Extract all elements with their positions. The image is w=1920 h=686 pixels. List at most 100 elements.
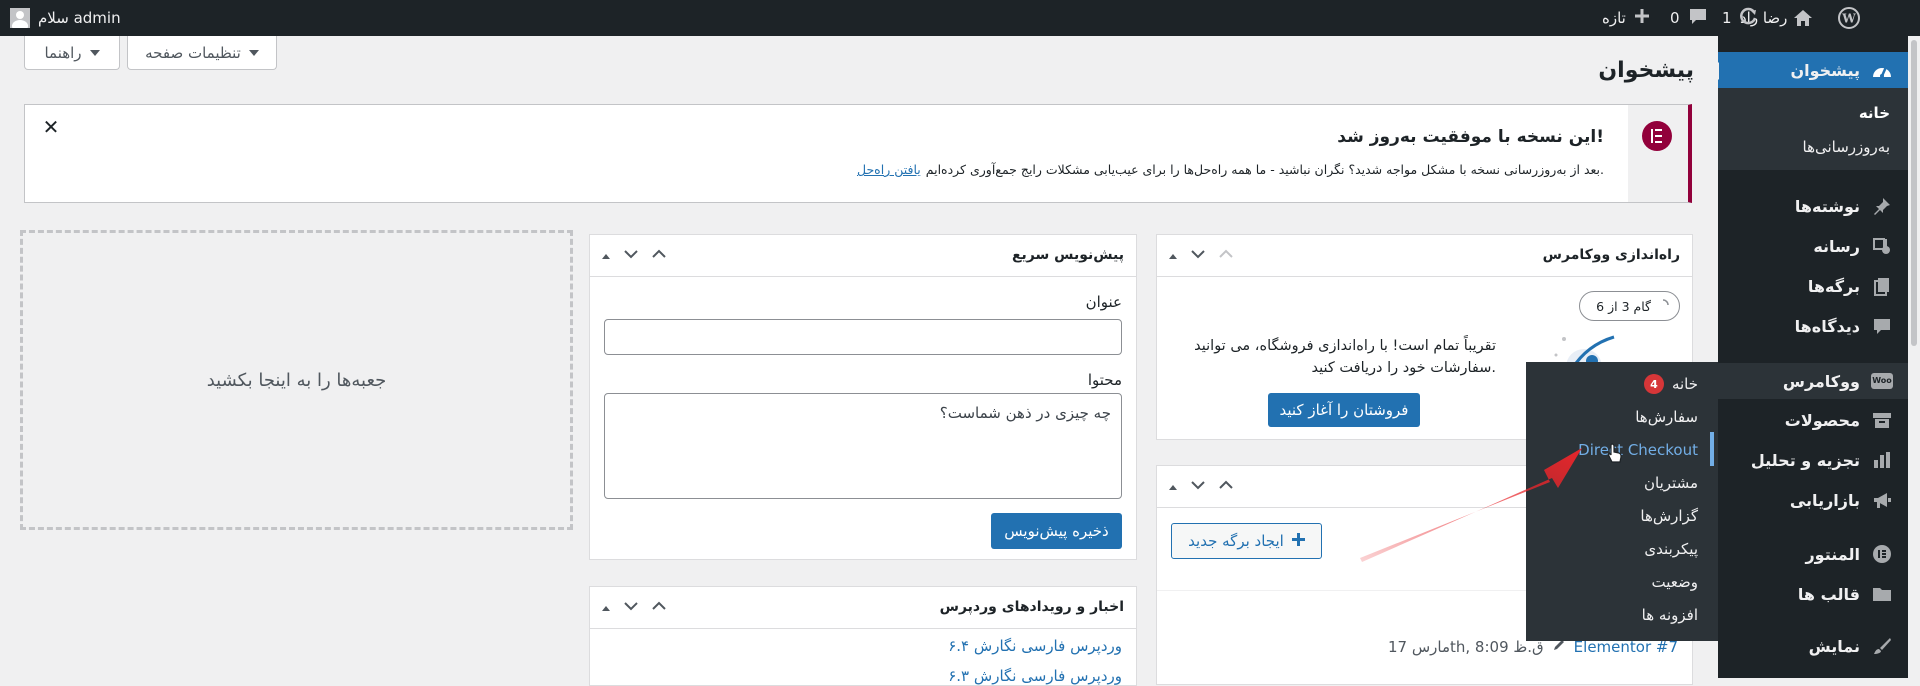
updates-count: 1 <box>1722 9 1732 27</box>
draft-content-label: محتوا <box>1087 371 1122 389</box>
menu-templates-label: قالب ها <box>1797 584 1860 604</box>
updates-icon <box>1738 6 1758 30</box>
woo-setup-title: راه‌اندازی ووکامرس <box>1542 247 1680 263</box>
flyout-home[interactable]: خانه 4 <box>1643 374 1698 394</box>
menu-marketing[interactable]: بازاریابی <box>1718 484 1908 516</box>
comments-count: 0 <box>1670 9 1680 27</box>
active-pointer <box>1710 62 1719 80</box>
flyout-customers[interactable]: مشتریان <box>1644 474 1698 492</box>
archive-icon <box>1870 408 1894 432</box>
menu-analytics-label: تجزیه و تحلیل <box>1750 450 1860 470</box>
draft-title-input[interactable] <box>604 319 1122 355</box>
plus-icon <box>1291 532 1305 550</box>
menu-marketing-label: بازاریابی <box>1789 490 1860 510</box>
step-badge-text: گام 3 از 6 <box>1596 298 1651 314</box>
woo-setup-text: تقریباً تمام است! با راه‌اندازی فروشگاه،… <box>1194 335 1496 379</box>
triangle-up-icon[interactable] <box>1167 247 1179 266</box>
menu-analytics[interactable]: تجزیه و تحلیل <box>1718 444 1908 476</box>
chevron-down-icon[interactable] <box>1189 476 1207 498</box>
chevron-down-icon[interactable] <box>1189 245 1207 267</box>
widget-controls <box>1167 245 1235 267</box>
help-button[interactable]: راهنما <box>24 36 120 70</box>
woocommerce-icon: Woo <box>1870 369 1894 393</box>
menu-elementor-label: المنتور <box>1805 544 1860 564</box>
menu-dashboard[interactable]: پیشخوان <box>1718 52 1908 88</box>
pages-icon <box>1870 274 1894 298</box>
plus-icon <box>1634 8 1650 28</box>
chevron-down-icon[interactable] <box>622 245 640 267</box>
dashboard-icon <box>1870 58 1894 82</box>
flyout-extensions[interactable]: افزونه ها <box>1642 606 1698 624</box>
menu-elementor[interactable]: المنتور <box>1718 538 1908 570</box>
folder-icon <box>1870 582 1894 606</box>
widget-controls <box>1167 476 1235 498</box>
bar-chart-icon <box>1870 448 1894 472</box>
triangle-up-icon[interactable] <box>600 599 612 618</box>
elementor-logo-icon <box>1642 121 1672 151</box>
chevron-up-icon[interactable] <box>1217 245 1235 267</box>
triangle-up-icon[interactable] <box>600 247 612 266</box>
megaphone-icon <box>1870 488 1894 512</box>
menu-media[interactable]: رسانه <box>1718 230 1908 262</box>
chevron-down-icon[interactable] <box>622 597 640 619</box>
news-item-1[interactable]: وردپرس فارسی نگارش ۶.۴ <box>948 637 1122 655</box>
new-content-link[interactable]: تازه <box>1602 0 1650 36</box>
screen-options-label: تنظیمات صفحه <box>145 43 241 62</box>
drop-zone-label: جعبه‌ها را به اینجا بکشید <box>206 369 387 391</box>
menu-posts[interactable]: نوشته‌ها <box>1718 190 1908 222</box>
submenu-updates[interactable]: به‌روزرسانی‌ها <box>1718 138 1908 156</box>
drop-zone[interactable]: جعبه‌ها را به اینجا بکشید <box>20 230 573 530</box>
updates-link[interactable]: 1 <box>1722 0 1758 36</box>
menu-pages[interactable]: برگه‌ها <box>1718 270 1908 302</box>
chevron-up-icon[interactable] <box>650 245 668 267</box>
chevron-up-icon[interactable] <box>650 597 668 619</box>
caret-down-icon <box>89 49 100 56</box>
step-badge: گام 3 از 6 <box>1579 291 1680 321</box>
menu-products[interactable]: محصولات <box>1718 404 1908 436</box>
create-new-page-label: ایجاد برگه جدید <box>1188 532 1284 550</box>
menu-templates[interactable]: قالب ها <box>1718 578 1908 610</box>
create-new-page-button[interactable]: ایجاد برگه جدید <box>1171 523 1322 559</box>
menu-comments[interactable]: دیدگاه‌ها <box>1718 310 1908 342</box>
menu-pages-label: برگه‌ها <box>1807 276 1860 296</box>
triangle-up-icon[interactable] <box>1167 478 1179 497</box>
flyout-home-label: خانه <box>1671 375 1698 393</box>
news-item-2[interactable]: وردپرس فارسی نگارش ۶.۳ <box>948 667 1122 685</box>
flyout-orders[interactable]: سفارش‌ها <box>1635 408 1698 426</box>
caret-down-icon <box>248 49 259 56</box>
comments-link[interactable]: 0 <box>1670 0 1708 36</box>
media-icon <box>1870 234 1894 258</box>
flyout-reports[interactable]: گزارش‌ها <box>1640 507 1698 525</box>
menu-dashboard-label: پیشخوان <box>1790 60 1860 80</box>
save-draft-button[interactable]: ذخیره پیش‌نویس <box>991 513 1122 549</box>
pin-icon <box>1870 194 1894 218</box>
start-selling-label: فروشتان را آغاز کنید <box>1279 401 1409 419</box>
draft-content-textarea[interactable]: چه چیزی در ذهن شماست؟ <box>604 393 1122 499</box>
update-notice: این نسخه با موفقیت به‌روز شد! بعد از به‌… <box>24 104 1692 203</box>
scrollbar-thumb[interactable] <box>1911 40 1917 346</box>
screen-options-button[interactable]: تنظیمات صفحه <box>127 36 277 70</box>
notice-link[interactable]: یافتن راه‌حل <box>857 162 921 177</box>
menu-appearance[interactable]: نمایش <box>1718 630 1908 662</box>
new-label: تازه <box>1602 9 1626 27</box>
wp-news-title: اخبار و رویدادهای وردپرس <box>939 599 1124 615</box>
woo-setup-text-line1: تقریباً تمام است! با راه‌اندازی فروشگاه،… <box>1194 338 1496 354</box>
flyout-settings[interactable]: پیکربندی <box>1644 540 1698 558</box>
flyout-status[interactable]: وضعیت <box>1652 573 1698 591</box>
paintbrush-icon <box>1870 634 1894 658</box>
menu-appearance-label: نمایش <box>1808 636 1860 656</box>
menu-woocommerce[interactable]: Woo ووکامرس <box>1718 363 1908 399</box>
close-icon[interactable]: ✕ <box>41 117 61 137</box>
my-account-link[interactable]: سلام admin <box>10 0 121 36</box>
menu-products-label: محصولات <box>1784 410 1860 430</box>
wordpress-logo-icon[interactable]: W <box>1838 0 1860 36</box>
chevron-up-icon[interactable] <box>1217 476 1235 498</box>
start-selling-button[interactable]: فروشتان را آغاز کنید <box>1268 393 1420 427</box>
wp-news-widget: اخبار و رویدادهای وردپرس وردپرس فارسی نگ… <box>589 586 1137 686</box>
red-arrow-annotation <box>1360 448 1582 562</box>
menu-media-label: رسانه <box>1813 236 1860 256</box>
menu-woocommerce-label: ووکامرس <box>1782 371 1860 391</box>
elementor-icon <box>1870 542 1894 566</box>
submenu-home[interactable]: خانه <box>1718 104 1908 122</box>
svg-text:W: W <box>1841 12 1856 26</box>
